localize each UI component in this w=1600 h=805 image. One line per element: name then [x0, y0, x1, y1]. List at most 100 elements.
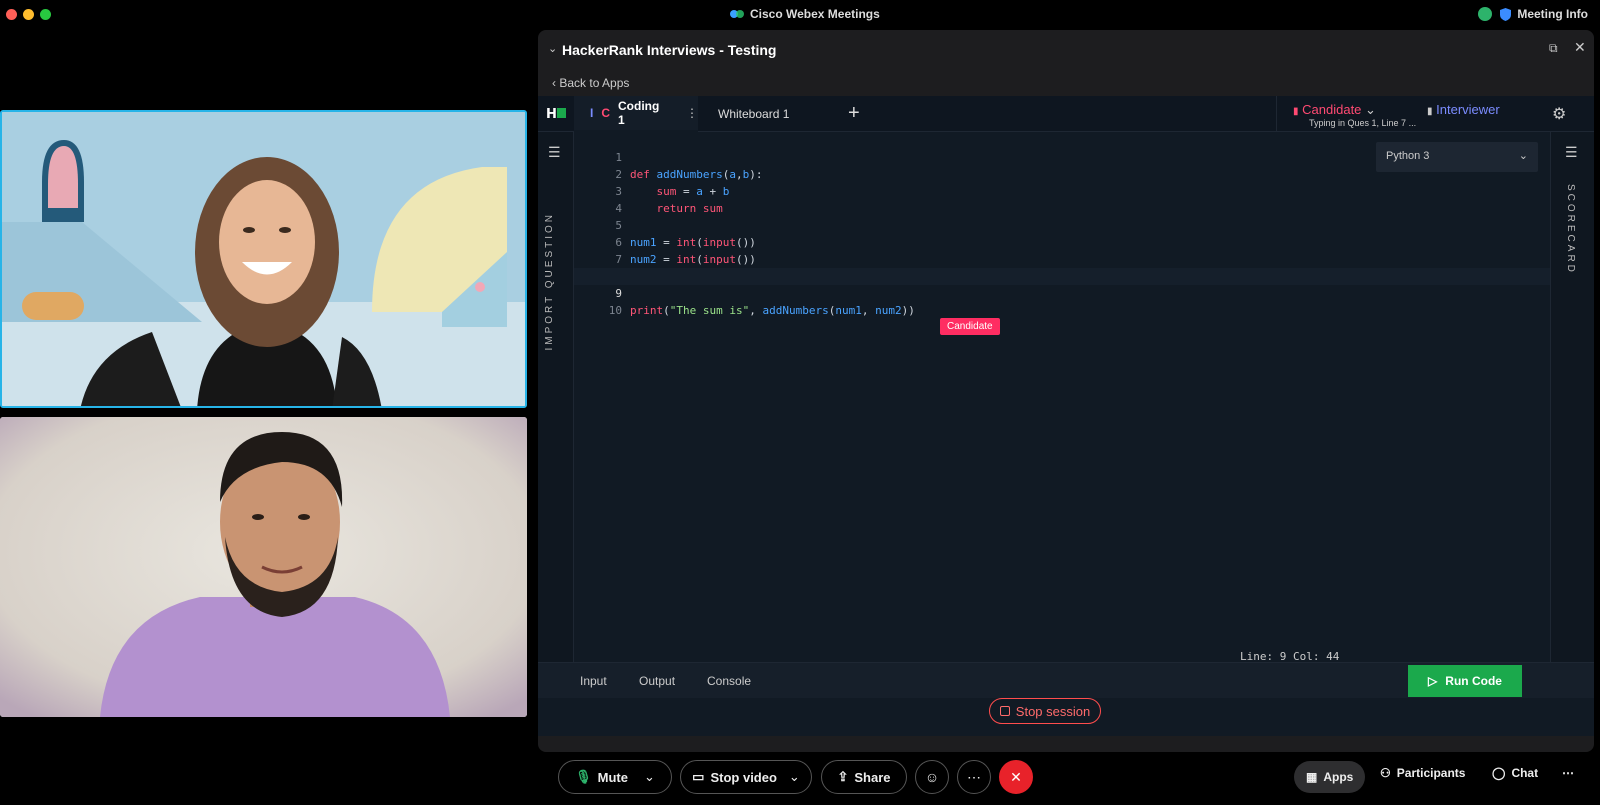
interviewer-selector[interactable]: ▮ Interviewer	[1427, 102, 1500, 117]
reactions-button[interactable]: ☺	[915, 760, 949, 794]
hackerrank-panel: ⌄ HackerRank Interviews - Testing ⧉ ✕ ‹ …	[538, 30, 1594, 752]
collaborators: ▮ Candidate ⌄ Typing in Ques 1, Line 7 .…	[1276, 96, 1536, 132]
video-tile[interactable]	[0, 417, 527, 717]
minimize-window-button[interactable]	[23, 9, 34, 20]
chat-label: Chat	[1511, 766, 1539, 780]
participants-button[interactable]: ⚇ Participants	[1380, 766, 1465, 780]
shield-icon	[1500, 7, 1512, 21]
hamburger-menu-icon[interactable]: ☰	[1565, 144, 1578, 161]
settings-gear-icon[interactable]: ⚙	[1552, 104, 1566, 124]
run-code-label: Run Code	[1445, 674, 1502, 688]
participant-video-feed	[0, 417, 527, 717]
code-line: 7 num3 = int(input())	[574, 234, 1550, 283]
io-bar: Input Output Console ▷ Run Code	[538, 662, 1594, 698]
run-code-button[interactable]: ▷ Run Code	[1408, 665, 1522, 697]
right-rail: ☰ SCORECARD	[1550, 132, 1594, 662]
code-line: 4	[574, 183, 1550, 215]
share-screen-icon: ⇪	[837, 769, 849, 784]
panel-header: ⌄ HackerRank Interviews - Testing ⧉ ✕	[538, 30, 1594, 70]
stop-session-button[interactable]: Stop session	[989, 698, 1101, 724]
apps-label: Apps	[1323, 770, 1354, 784]
apps-grid-icon: ▦	[1306, 770, 1318, 784]
hamburger-menu-icon[interactable]: ☰	[548, 144, 561, 161]
tab-console[interactable]: Console	[707, 674, 751, 688]
apps-button[interactable]: ▦ Apps	[1294, 761, 1366, 793]
mute-button[interactable]: 🎙 Mute ⌄	[558, 760, 672, 794]
interviewer-label: Interviewer	[1436, 102, 1500, 117]
maximize-window-button[interactable]	[40, 9, 51, 20]
participant-video-feed	[2, 112, 525, 406]
stop-square-icon	[999, 706, 1010, 716]
import-question-tab[interactable]: IMPORT QUESTION	[544, 212, 555, 351]
code-line: 6 num2 = int(input())	[574, 217, 1550, 266]
video-tile-active[interactable]	[0, 110, 527, 408]
chevron-down-icon: ⌄	[1518, 150, 1528, 162]
more-options-button[interactable]: ⋯	[957, 760, 991, 794]
person-icon: ⚇	[1380, 766, 1391, 780]
code-text: print("The sum is", addNumbers(num1, num…	[630, 304, 915, 317]
code-line: 8	[574, 251, 1550, 283]
collapse-chevron-icon[interactable]: ⌄	[548, 42, 557, 55]
webex-logo-icon	[730, 10, 744, 18]
chevron-down-icon: ⌄	[1365, 102, 1376, 117]
popout-icon[interactable]: ⧉	[1549, 41, 1558, 56]
line-number: 10	[608, 304, 622, 317]
candidate-cursor-tag: Candidate	[940, 318, 1000, 335]
chat-button[interactable]: ◯ Chat	[1492, 766, 1538, 780]
code-editor[interactable]: 1 def addNumbers(a,b): 2 sum = a + b 3 r…	[574, 132, 1550, 663]
chevron-left-icon: ‹	[552, 76, 556, 90]
add-tab-icon[interactable]: +	[848, 102, 860, 125]
app-title-text: Cisco Webex Meetings	[750, 7, 880, 21]
candidate-selector[interactable]: ▮ Candidate ⌄	[1293, 102, 1376, 118]
play-icon: ▷	[1428, 674, 1438, 688]
toolbar-more-button[interactable]: ⋯	[1562, 766, 1574, 780]
left-rail: ☰ IMPORT QUESTION	[538, 132, 574, 662]
microphone-icon: 🎙	[575, 769, 592, 784]
tab-coding-label: Coding 1	[618, 99, 660, 127]
candidate-marker: C	[601, 106, 611, 120]
code-line-active: 9 print("The sum is", addNumbers(num1, n…	[574, 268, 1550, 317]
chat-bubble-icon: ◯	[1492, 766, 1506, 780]
language-select[interactable]: Python 3 ⌄	[1376, 142, 1538, 172]
meeting-info-label: Meeting Info	[1517, 7, 1588, 21]
tab-menu-icon[interactable]: ⋮	[686, 106, 698, 120]
code-line: 5 num1 = int(input())	[574, 200, 1550, 249]
end-call-button[interactable]: ✕	[999, 760, 1033, 794]
candidate-label: Candidate	[1302, 102, 1362, 117]
scorecard-tab[interactable]: SCORECARD	[1565, 184, 1576, 275]
panel-title: HackerRank Interviews - Testing	[562, 42, 777, 58]
participants-label: Participants	[1396, 766, 1466, 780]
tab-coding-1[interactable]: I C Coding 1 ⋮	[574, 96, 698, 132]
mute-label: Mute	[597, 769, 628, 785]
share-label: Share	[854, 769, 891, 785]
chevron-down-icon[interactable]: ⌄	[644, 769, 655, 785]
ellipsis-icon: ⋯	[1562, 766, 1574, 780]
smiley-icon: ☺	[924, 769, 940, 785]
close-window-button[interactable]	[6, 9, 17, 20]
tab-whiteboard-1[interactable]: Whiteboard 1	[708, 96, 834, 132]
bar-chart-icon: ▮	[1293, 106, 1299, 117]
stop-session-label: Stop session	[1015, 703, 1091, 719]
stop-video-button[interactable]: ▭ Stop video ⌄	[680, 760, 812, 794]
tab-whiteboard-label: Whiteboard 1	[718, 107, 790, 121]
window-titlebar: Cisco Webex Meetings Meeting Info	[0, 0, 1600, 28]
stop-video-label: Stop video	[710, 769, 777, 785]
close-icon: ✕	[1010, 768, 1022, 785]
tab-output[interactable]: Output	[639, 674, 675, 688]
signal-icon[interactable]	[1478, 7, 1492, 21]
back-to-apps-label: Back to Apps	[559, 76, 630, 90]
chevron-down-icon[interactable]: ⌄	[789, 769, 800, 785]
share-button[interactable]: ⇪ Share	[821, 760, 907, 794]
code-line: 10	[574, 285, 1550, 317]
video-camera-icon: ▭	[692, 769, 705, 784]
meeting-info-button[interactable]: Meeting Info	[1500, 7, 1588, 21]
svg-text:H: H	[546, 107, 557, 120]
back-to-apps-link[interactable]: ‹ Back to Apps	[552, 76, 629, 90]
tab-input[interactable]: Input	[580, 674, 607, 688]
hackerrank-logo-icon: H	[546, 107, 566, 120]
bar-chart-icon: ▮	[1427, 106, 1433, 117]
ellipsis-icon: ⋯	[967, 768, 981, 785]
close-panel-icon[interactable]: ✕	[1574, 39, 1586, 56]
language-select-value: Python 3	[1386, 150, 1430, 162]
candidate-typing-status: Typing in Ques 1, Line 7 ...	[1309, 118, 1417, 128]
